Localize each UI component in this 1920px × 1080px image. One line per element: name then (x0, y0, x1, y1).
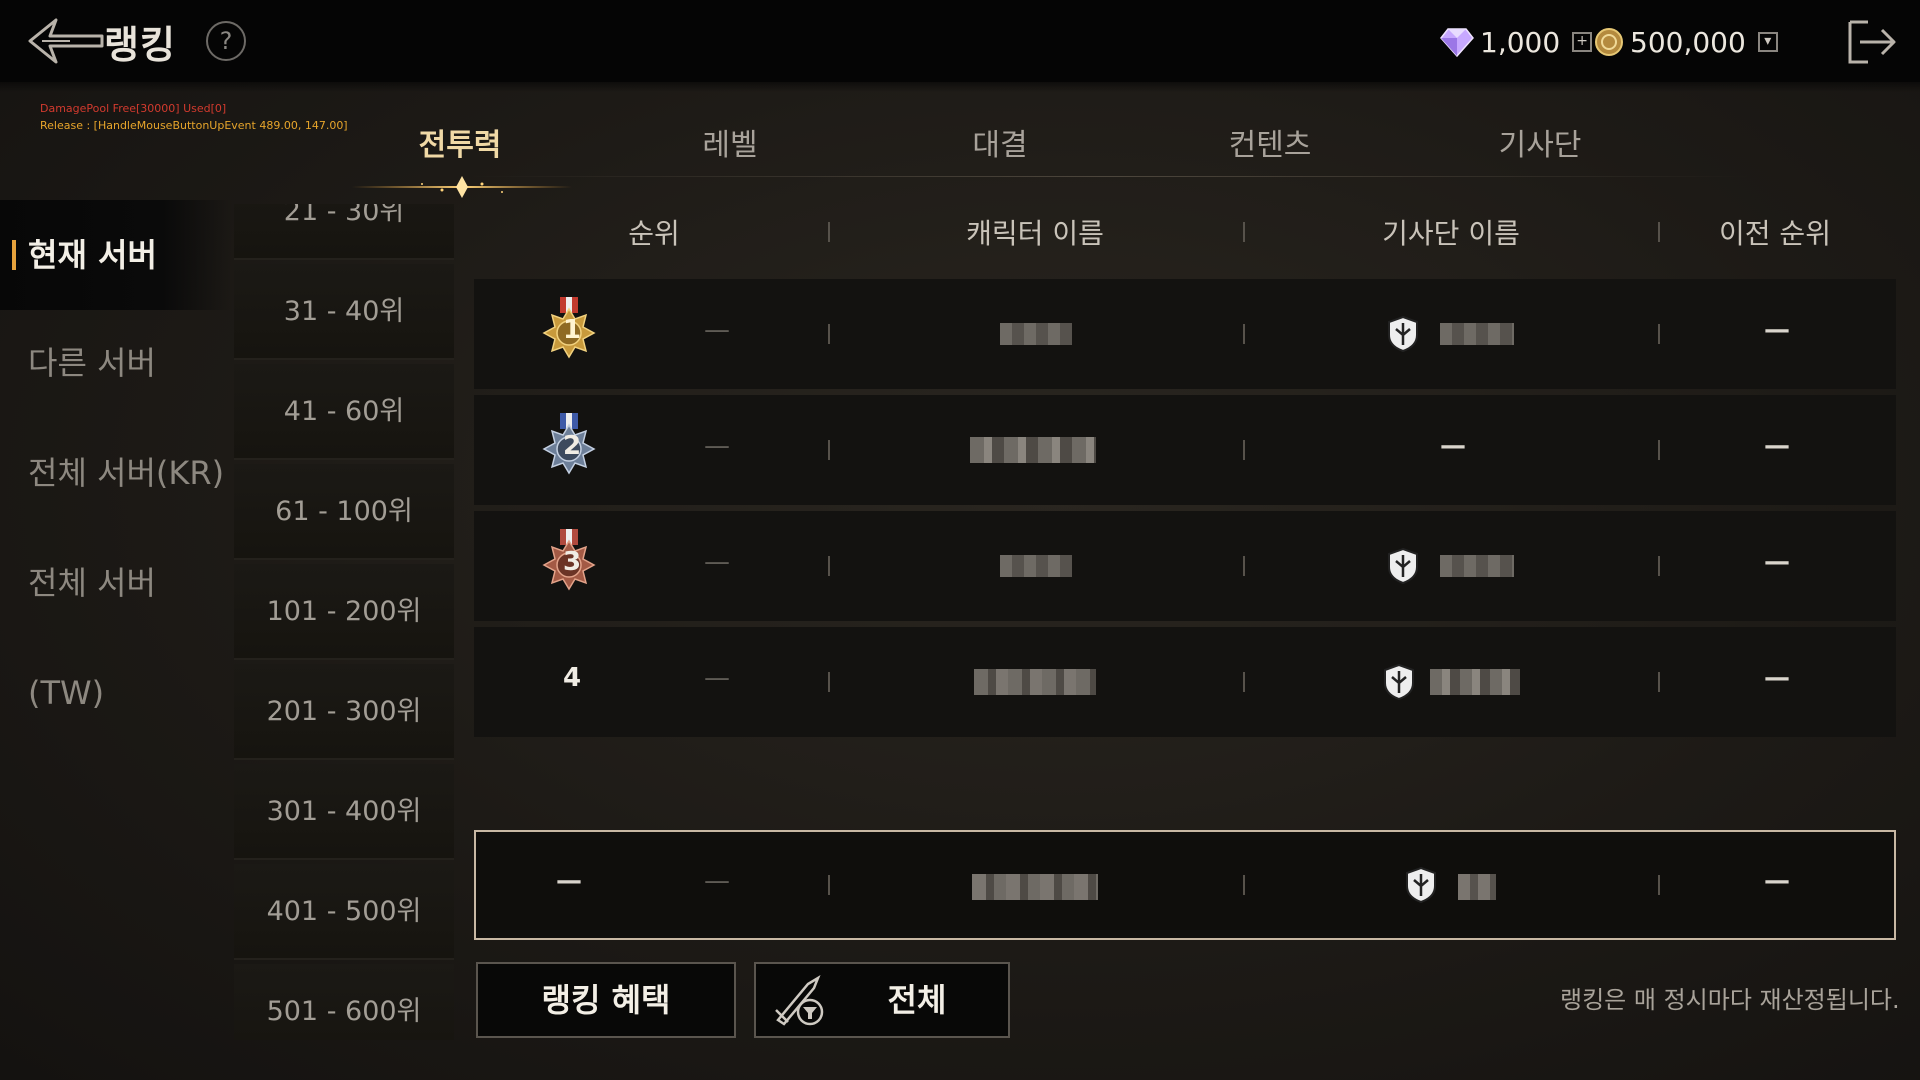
range-item[interactable]: 301 - 400위 (234, 764, 454, 860)
gem-amount: 1,000 (1480, 25, 1561, 59)
medal-rank-number: 1 (562, 315, 582, 345)
server-current[interactable]: 현재 서버 (0, 200, 232, 310)
cell-divider (1243, 556, 1245, 576)
rank-change: — (704, 547, 730, 577)
gem-add-button[interactable]: + (1572, 32, 1593, 52)
character-name-censored (970, 437, 1096, 463)
medal-rank-number: 3 (562, 547, 582, 577)
previous-rank: — (1764, 315, 1790, 345)
cell-divider (1658, 324, 1660, 344)
range-item[interactable]: 61 - 100위 (234, 464, 454, 560)
header-character-name: 캐릭터 이름 (966, 217, 1104, 250)
server-other[interactable]: 다른 서버 (0, 308, 232, 418)
gold-dropdown-button[interactable]: ▾ (1757, 32, 1778, 52)
rank-range-list[interactable]: 21 - 30위 31 - 40위 41 - 60위 61 - 100위 101… (234, 204, 454, 1040)
active-tab-indicator-icon (352, 176, 572, 198)
header-divider (828, 222, 830, 242)
ranking-reward-button[interactable]: 랭킹 혜택 (476, 962, 736, 1038)
exit-icon[interactable] (1846, 18, 1898, 66)
character-name-censored (974, 669, 1096, 695)
knights-name-censored (1430, 669, 1520, 695)
table-row[interactable]: 1 — — (474, 279, 1896, 389)
cell-divider (828, 440, 830, 460)
cell-divider (1243, 875, 1245, 895)
cell-divider (1658, 556, 1660, 576)
gold-amount: 500,000 (1630, 25, 1746, 59)
gold-coin-icon (1595, 28, 1623, 56)
knights-name-censored (1440, 555, 1514, 577)
range-item[interactable]: 41 - 60위 (234, 364, 454, 460)
sword-filter-icon (775, 975, 824, 1026)
table-row[interactable]: 2 — — — (474, 395, 1896, 505)
cell-divider (1658, 672, 1660, 692)
range-item[interactable]: 101 - 200위 (234, 564, 454, 660)
tab-knights[interactable]: 기사단 (1440, 120, 1640, 164)
filter-all-button[interactable]: 전체 (754, 962, 1010, 1038)
character-name-censored (972, 874, 1098, 900)
server-all-kr[interactable]: 전체 서버(KR) (0, 418, 232, 528)
tabs-divider (470, 176, 1750, 177)
page-title: 랭킹 (104, 23, 176, 67)
range-item[interactable]: 401 - 500위 (234, 864, 454, 960)
range-item[interactable]: 201 - 300위 (234, 664, 454, 760)
header-previous-rank: 이전 순위 (1719, 217, 1831, 250)
range-item[interactable]: 31 - 40위 (234, 264, 454, 360)
knights-emblem-icon (1388, 547, 1418, 585)
character-name-censored (1000, 555, 1072, 577)
cell-divider (828, 556, 830, 576)
tab-duel[interactable]: 대결 (900, 120, 1100, 164)
ranking-notice: 랭킹은 매 정시마다 재산정됩니다. (1560, 986, 1900, 1014)
knights-name-censored (1440, 323, 1514, 345)
knights-emblem-icon (1388, 315, 1418, 353)
previous-rank: — (1764, 866, 1790, 896)
back-arrow-icon[interactable] (26, 14, 106, 68)
cell-divider (828, 324, 830, 344)
header-knights-name: 기사단 이름 (1382, 217, 1520, 250)
medal-rank-number: 2 (562, 431, 582, 461)
cell-divider (1243, 324, 1245, 344)
table-row[interactable]: 3 — — (474, 511, 1896, 621)
rank-change: — (704, 866, 730, 896)
rank-change: — (704, 663, 730, 693)
ranking-tabs: 전투력 레벨 대결 컨텐츠 기사단 (290, 120, 1620, 198)
character-name-censored (1000, 323, 1072, 345)
cell-divider (1658, 875, 1660, 895)
knights-name-censored (1458, 874, 1496, 900)
rank-change: — (704, 315, 730, 345)
tab-contents[interactable]: 컨텐츠 (1170, 120, 1370, 164)
previous-rank: — (1764, 547, 1790, 577)
top-bar-edge (0, 76, 1920, 92)
knights-name: — (1440, 431, 1466, 461)
cell-divider (1243, 672, 1245, 692)
cell-divider (1658, 440, 1660, 460)
tab-level[interactable]: 레벨 (630, 120, 830, 164)
debug-line: DamagePool Free[30000] Used[0] (40, 102, 227, 115)
previous-rank: — (1764, 663, 1790, 693)
filter-all-label: 전체 (887, 981, 947, 1019)
knights-emblem-icon (1406, 866, 1436, 904)
header-divider (1243, 222, 1245, 242)
knights-emblem-icon (1384, 663, 1414, 701)
header-rank: 순위 (628, 217, 680, 250)
rank-change: — (704, 431, 730, 461)
previous-rank: — (1764, 431, 1790, 461)
my-rank-row[interactable]: — — — (474, 830, 1896, 940)
rank-number: 4 (562, 663, 582, 693)
cell-divider (1243, 440, 1245, 460)
my-rank: — (556, 866, 582, 896)
range-item[interactable]: 21 - 30위 (234, 204, 454, 260)
gold-currency: 500,000 ▾ (1594, 22, 1778, 62)
gem-currency: 1,000 + (1440, 22, 1593, 62)
tab-combat-power[interactable]: 전투력 (360, 120, 560, 164)
help-icon[interactable]: ? (206, 21, 246, 61)
range-item[interactable]: 501 - 600위 (234, 964, 454, 1040)
header-divider (1658, 222, 1660, 242)
server-all-tw[interactable]: 전체 서버(TW) (0, 528, 232, 712)
cell-divider (828, 672, 830, 692)
gem-icon (1440, 28, 1474, 57)
cell-divider (828, 875, 830, 895)
table-row[interactable]: 4 — — (474, 627, 1896, 737)
